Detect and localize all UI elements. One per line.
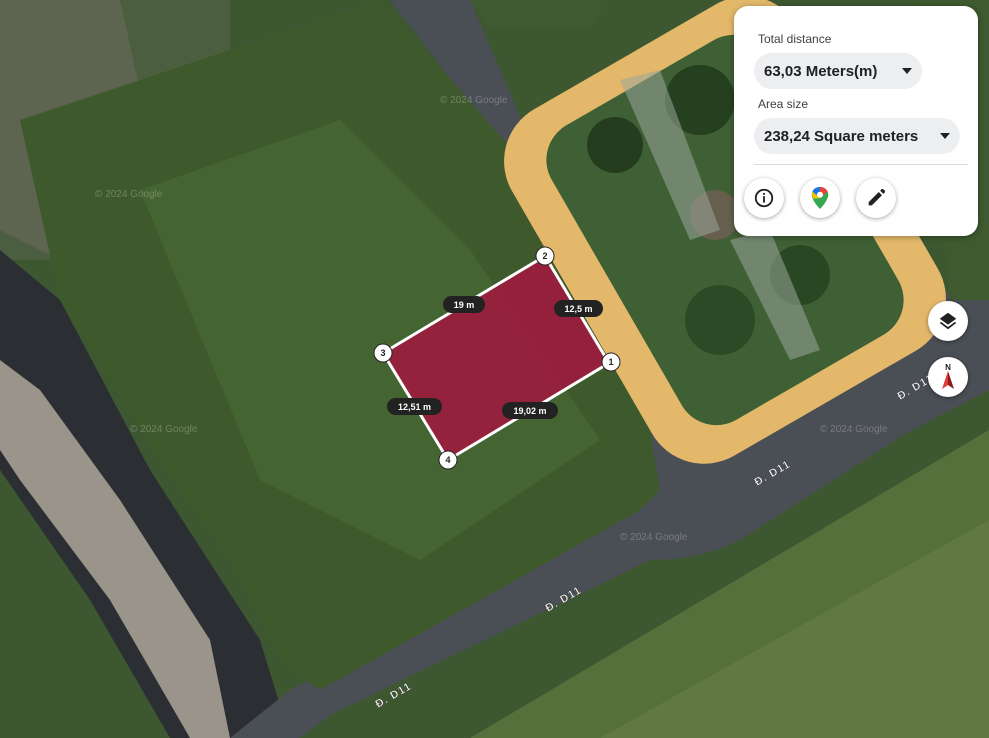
google-maps-button[interactable]	[800, 178, 840, 218]
edge-label-text: 12,5 m	[564, 304, 592, 314]
map-watermark: © 2024 Google	[130, 424, 198, 435]
vertex-3[interactable]: 3	[373, 343, 393, 363]
layers-button[interactable]	[928, 301, 968, 341]
edge-label-1-2: 12,5 m	[554, 300, 603, 317]
area-size-label: Area size	[758, 97, 809, 111]
pencil-icon	[868, 188, 886, 206]
vertex-2[interactable]: 2	[535, 246, 555, 266]
chevron-down-icon	[902, 68, 912, 74]
google-maps-pin-icon	[811, 187, 829, 209]
edge-label-2-3: 19 m	[443, 296, 485, 313]
svg-text:2: 2	[542, 251, 547, 261]
chevron-down-icon	[940, 133, 950, 139]
map-watermark: © 2024 Google	[95, 189, 163, 200]
compass-button[interactable]: N	[928, 357, 968, 397]
edge-label-text: 12,51 m	[398, 402, 431, 412]
total-distance-label: Total distance	[758, 32, 832, 46]
info-button[interactable]	[744, 178, 784, 218]
map-watermark: © 2024 Google	[440, 95, 508, 106]
total-distance-dropdown[interactable]: 63,03 Meters(m)	[754, 53, 922, 89]
edge-label-text: 19 m	[454, 300, 475, 310]
map-watermark: © 2024 Google	[620, 532, 688, 543]
edge-label-text: 19,02 m	[513, 406, 546, 416]
vertex-4[interactable]: 4	[438, 450, 458, 470]
total-distance-value: 63,03 Meters(m)	[764, 62, 878, 80]
svg-text:N: N	[945, 363, 951, 372]
layers-icon	[939, 312, 957, 330]
edge-label-3-4: 12,51 m	[387, 398, 442, 415]
map-watermark: © 2024 Google	[820, 424, 888, 435]
svg-text:3: 3	[380, 348, 385, 358]
edit-button[interactable]	[856, 178, 896, 218]
svg-text:4: 4	[445, 455, 450, 465]
divider	[754, 164, 968, 165]
area-size-value: 238,24 Square meters	[764, 127, 919, 145]
compass-icon: N	[942, 363, 954, 389]
measurement-panel: Total distance 63,03 Meters(m) Area size…	[734, 6, 978, 236]
info-icon	[754, 188, 774, 208]
area-size-dropdown[interactable]: 238,24 Square meters	[754, 118, 960, 154]
vertex-1[interactable]: 1	[601, 352, 621, 372]
edge-label-4-1: 19,02 m	[502, 402, 558, 419]
svg-text:1: 1	[608, 357, 613, 367]
